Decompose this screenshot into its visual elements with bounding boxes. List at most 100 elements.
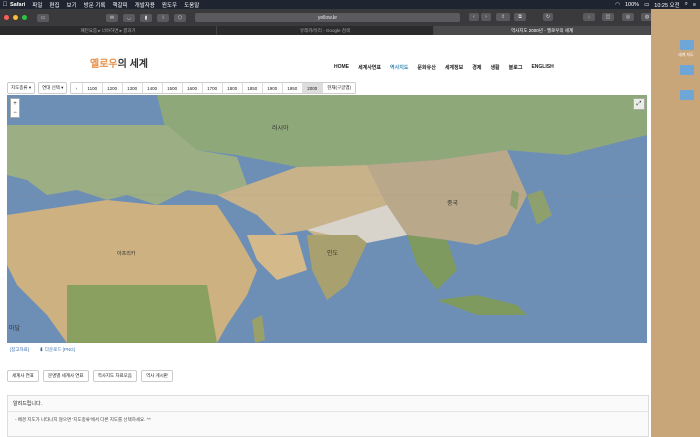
current-map-button[interactable]: 현재(구글맵) [323,83,356,93]
map-label-africa: 아프리카 [117,250,136,257]
nav-life[interactable]: 생활 [490,64,499,71]
tab-bar: 패턴요즘 ▸ 너야하면 ▸ 결과기 유레카/유리 - Google 검색 역사지… [0,26,651,35]
tabs-overview-icon[interactable]: ⧉ [514,13,526,21]
desktop-folder-icon-3[interactable] [680,90,694,100]
site-logo[interactable]: 옐로우의 세계 [90,55,148,70]
notice-text: - 배경 지도가 나타나지 않으면 '지도종류'에서 다른 지도를 선택하세요.… [15,417,151,422]
main-nav: HOME 세계사연표 역사지도 문화유산 세계정보 경제 생활 블로그 ENGL… [334,64,554,71]
year-select[interactable]: 연대 선택 ▾ [38,82,68,94]
nav-blog[interactable]: 블로그 [509,64,523,71]
year-1200[interactable]: 1200 [103,83,123,93]
battery-icon[interactable]: ▭ [644,2,649,8]
tab-2-label: 유레카/유리 - Google 검색 [300,27,350,33]
battery-label[interactable]: 100% [625,2,639,8]
nav-home[interactable]: HOME [334,64,349,71]
pocket-icon[interactable]: ◡ [123,13,135,22]
year-1800[interactable]: 1800 [223,83,243,93]
map-links: [참고자료] ⬇ 다운로드 [PNG] [10,347,75,353]
year-1500[interactable]: 1500 [163,83,183,93]
map-label-china: 중국 [447,200,459,207]
bookmark-icon[interactable]: ▮ [140,13,152,22]
address-text: yellow.kr [317,14,338,21]
year-1400[interactable]: 1400 [143,83,163,93]
toolbar-ext-icon[interactable]: ◫ [602,13,614,21]
year-1900[interactable]: 1900 [263,83,283,93]
year-1950[interactable]: 1950 [283,83,303,93]
year-1700[interactable]: 1700 [203,83,223,93]
year-1300[interactable]: 1300 [123,83,143,93]
year-1100[interactable]: 1100 [83,83,103,93]
map-controls: 지도종류 ▾ 연대 선택 ▾ ‹ 1100 1200 1300 1400 150… [7,82,357,94]
bottom-buttons: 세계사 연표 문명별 세계사 연표 역사지도 자료모음 역사 게시판 [7,370,173,382]
menu-bookmarks[interactable]: 책갈피 [112,1,127,9]
year-1850[interactable]: 1850 [243,83,263,93]
menu-edit[interactable]: 편집 [49,1,59,9]
map-resources-button[interactable]: 역사지도 자료모음 [92,370,137,382]
civilization-timeline-button[interactable]: 문명별 세계사 연표 [42,370,89,382]
tab-3-label: 역사지도 2000년 - 옐로우의 세계 [510,27,574,33]
menu-list-icon[interactable]: ≡ [693,2,696,8]
zoom-out-button[interactable]: − [13,110,17,116]
nav-english[interactable]: ENGLISH [531,64,553,71]
year-select-label: 연대 선택 [42,85,60,90]
menu-history[interactable]: 방문 기록 [84,1,106,9]
download-png-label: 다운로드 [PNG] [44,347,75,352]
browser-toolbar: ▭ ✉ ◡ ▮ i ⬡ yellow.kr ‹ › ⇪ ⧉ ↻ ↓ ◫ ◎ ◍ [0,9,651,26]
close-window-icon[interactable] [4,15,9,20]
menu-help[interactable]: 도움말 [184,1,199,9]
desktop-folder-icon[interactable] [680,40,694,50]
wifi-icon[interactable]: ◠ [615,2,620,8]
history-board-button[interactable]: 역사 게시판 [140,370,173,382]
logo-rest: 의 세계 [117,59,148,70]
menu-safari[interactable]: Safari [10,2,25,8]
download-png-link[interactable]: ⬇ 다운로드 [PNG] [39,347,75,353]
reference-link[interactable]: [참고자료] [10,347,29,353]
menu-file[interactable]: 파일 [32,1,42,9]
year-button-group: ‹ 1100 1200 1300 1400 1500 1600 1700 180… [70,82,357,94]
tab-3[interactable]: 역사지도 2000년 - 옐로우의 세계 [434,26,651,35]
history-map[interactable]: 러시아 중국 인도 마달 아프리카 [7,95,647,343]
desktop-folder-label[interactable]: 세계 지도 [678,52,694,58]
desktop-folder-icon-2[interactable] [680,65,694,75]
tab-2[interactable]: 유레카/유리 - Google 검색 [217,26,434,35]
nav-heritage[interactable]: 문화유산 [417,64,435,71]
share-icon[interactable]: ⇪ [496,13,510,21]
map-label-russia: 러시아 [272,124,289,132]
info-icon[interactable]: i [157,13,169,22]
forward-icon[interactable]: › [481,13,491,21]
nav-world-info[interactable]: 세계정보 [445,64,463,71]
reload-icon[interactable]: ↻ [543,13,553,21]
zoom-in-button[interactable]: + [13,101,17,107]
search-icon[interactable]: ⌕ [685,1,688,8]
nav-history-map[interactable]: 역사지도 [390,64,408,71]
menubar-status: ◠ 100% ▭ 10:25 오전 ⌕ ≡ [615,1,700,9]
fullscreen-icon[interactable]: ⤢ [633,98,645,110]
nav-timeline[interactable]: 세계사연표 [358,64,381,71]
world-timeline-button[interactable]: 세계사 연표 [7,370,39,382]
menu-view[interactable]: 보기 [67,1,77,9]
sidebar-icon[interactable]: ▭ [37,13,49,22]
map-label-india: 인도 [327,250,339,257]
address-bar[interactable]: yellow.kr [195,13,460,22]
tab-1[interactable]: 패턴요즘 ▸ 너야하면 ▸ 결과기 [0,26,217,35]
nav-economy[interactable]: 경제 [472,64,481,71]
apple-icon[interactable]:  [0,2,10,8]
menu-window[interactable]: 윈도우 [162,1,177,9]
download-icon[interactable]: ↓ [583,13,595,21]
minimize-window-icon[interactable] [13,15,18,20]
year-1600[interactable]: 1600 [183,83,203,93]
year-2000[interactable]: 2000 [302,83,323,93]
extension-icon[interactable]: ⬡ [174,13,186,22]
clock[interactable]: 10:25 오전 [654,1,679,9]
prev-year-button[interactable]: ‹ [71,83,83,93]
tab-1-label: 패턴요즘 ▸ 너야하면 ▸ 결과기 [80,27,136,33]
mail-icon[interactable]: ✉ [106,13,118,22]
back-icon[interactable]: ‹ [469,13,479,21]
shield-icon[interactable]: ◍ [641,13,651,21]
map-type-select[interactable]: 지도종류 ▾ [7,82,36,94]
map-type-label: 지도종류 [11,85,28,90]
adblock-icon[interactable]: ◎ [622,13,634,21]
map-label-madal: 마달 [9,324,21,332]
zoom-window-icon[interactable] [22,15,27,20]
menu-develop[interactable]: 개발자용 [135,1,155,9]
